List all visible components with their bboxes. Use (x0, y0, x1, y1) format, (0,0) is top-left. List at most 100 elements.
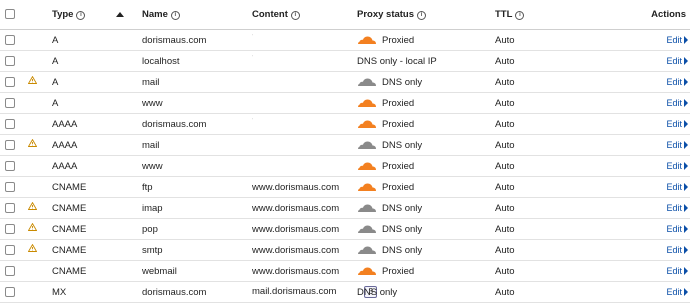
caret-right-icon[interactable] (684, 203, 688, 212)
table-row[interactable]: CNAME pop www.dorismaus.com DNS only Auto Edi… (0, 218, 690, 240)
row-checkbox[interactable] (5, 76, 15, 87)
name-column-header[interactable]: Name i (142, 0, 252, 30)
row-select-cell (0, 29, 22, 51)
row-checkbox[interactable] (5, 118, 15, 129)
edit-button[interactable]: Edit (666, 56, 682, 66)
caret-right-icon[interactable] (684, 287, 688, 296)
edit-button[interactable]: Edit (666, 203, 682, 213)
info-icon[interactable]: i (417, 11, 427, 20)
record-name-cell: www (142, 155, 252, 177)
table-row[interactable]: CNAME ftp www.dorismaus.com Proxied Auto Edit (0, 176, 690, 198)
info-icon[interactable]: i (170, 11, 180, 20)
row-checkbox[interactable] (5, 286, 15, 297)
row-checkbox[interactable] (5, 223, 15, 234)
gray-cloud-icon[interactable] (357, 140, 377, 150)
table-row[interactable]: Adorismaus.com ˙ Proxied Auto Edit (0, 29, 690, 51)
ttl-value: Auto (495, 97, 515, 109)
orange-cloud-icon[interactable] (357, 98, 377, 108)
warning-triangle-icon[interactable] (27, 202, 38, 213)
caret-right-icon[interactable] (684, 224, 688, 233)
warning-triangle-icon[interactable] (27, 244, 38, 255)
table-row[interactable]: Amail DNS only Auto Edit (0, 71, 690, 93)
record-type: A (52, 97, 59, 109)
row-checkbox[interactable] (5, 34, 15, 45)
table-row[interactable]: AAAA www Proxied Auto Edit (0, 155, 690, 177)
table-row[interactable]: CNAME imap www.dorismaus.com DNS only Auto Ed… (0, 197, 690, 219)
table-row[interactable]: AAAA mail DNS only Auto Edit (0, 134, 690, 156)
orange-cloud-icon[interactable] (357, 35, 377, 45)
info-icon[interactable]: i (290, 11, 300, 20)
row-checkbox[interactable] (5, 244, 15, 255)
warning-cell (22, 176, 52, 198)
row-checkbox[interactable] (5, 160, 15, 171)
record-name-cell: www (142, 92, 252, 114)
record-type-cell: CNAME (52, 197, 142, 219)
record-name: pop (142, 223, 158, 235)
warning-triangle-icon[interactable] (27, 139, 38, 150)
edit-button[interactable]: Edit (666, 140, 682, 150)
record-name-cell: smtp (142, 239, 252, 261)
gray-cloud-icon[interactable] (357, 203, 377, 213)
gray-cloud-icon[interactable] (357, 77, 377, 87)
caret-right-icon[interactable] (684, 266, 688, 275)
caret-right-icon[interactable] (684, 161, 688, 170)
ttl-column-header[interactable]: TTL i (495, 0, 605, 30)
record-type-cell: CNAME (52, 239, 142, 261)
row-checkbox[interactable] (5, 202, 15, 213)
caret-right-icon[interactable] (684, 77, 688, 86)
row-checkbox[interactable] (5, 55, 15, 66)
select-all-checkbox[interactable] (5, 9, 15, 20)
warning-triangle-icon[interactable] (27, 76, 38, 87)
row-checkbox[interactable] (5, 181, 15, 192)
edit-button[interactable]: Edit (666, 287, 682, 297)
table-row[interactable]: Alocalhost ˙ DNS only - local IP Auto Edit (0, 50, 690, 72)
row-checkbox[interactable] (5, 139, 15, 150)
table-row[interactable]: CNAME smtp www.dorismaus.com DNS only Auto Ed… (0, 239, 690, 261)
actions-cell: Edit (605, 155, 690, 177)
proxy-status-cell: Proxied (357, 113, 495, 135)
table-row[interactable]: CNAME webmail www.dorismaus.com Proxied Auto… (0, 260, 690, 282)
record-name-cell: localhost (142, 50, 252, 72)
edit-button[interactable]: Edit (666, 266, 682, 276)
edit-button[interactable]: Edit (666, 182, 682, 192)
actions-cell: Edit (605, 113, 690, 135)
edit-button[interactable]: Edit (666, 245, 682, 255)
edit-button[interactable]: Edit (666, 119, 682, 129)
type-column-header[interactable]: Type i (52, 0, 142, 30)
caret-right-icon[interactable] (684, 98, 688, 107)
warning-triangle-icon[interactable] (27, 223, 38, 234)
caret-right-icon[interactable] (684, 119, 688, 128)
caret-right-icon[interactable] (684, 56, 688, 65)
info-icon[interactable]: i (76, 11, 86, 20)
gray-cloud-icon[interactable] (357, 224, 377, 234)
edit-button[interactable]: Edit (666, 77, 682, 87)
table-row[interactable]: AAAA dorismaus.com ˙ Proxied Auto Edit (0, 113, 690, 135)
gray-cloud-icon[interactable] (357, 245, 377, 255)
actions-cell: Edit (605, 239, 690, 261)
actions-cell: Edit (605, 92, 690, 114)
caret-right-icon[interactable] (684, 35, 688, 44)
row-checkbox[interactable] (5, 265, 15, 276)
orange-cloud-icon[interactable] (357, 182, 377, 192)
info-icon[interactable]: i (515, 11, 525, 20)
orange-cloud-icon[interactable] (357, 161, 377, 171)
caret-right-icon[interactable] (684, 140, 688, 149)
edit-button[interactable]: Edit (666, 224, 682, 234)
orange-cloud-icon[interactable] (357, 119, 377, 129)
proxy-status-column-header[interactable]: Proxy status i (357, 0, 495, 30)
orange-cloud-icon[interactable] (357, 266, 377, 276)
content-column-header[interactable]: Content i (252, 0, 357, 30)
row-select-cell (0, 71, 22, 93)
edit-button[interactable]: Edit (666, 35, 682, 45)
row-checkbox[interactable] (5, 97, 15, 108)
edit-button[interactable]: Edit (666, 98, 682, 108)
edit-button[interactable]: Edit (666, 161, 682, 171)
actions-cell: Edit (605, 71, 690, 93)
sort-ascending-icon[interactable] (116, 11, 125, 17)
caret-right-icon[interactable] (684, 245, 688, 254)
table-row[interactable]: Awww Proxied Auto Edit (0, 92, 690, 114)
record-type: MX (52, 286, 67, 298)
caret-right-icon[interactable] (684, 182, 688, 191)
table-row[interactable]: MX dorismaus.com mail.dorismaus.com 3 DNS on… (0, 281, 690, 303)
record-name-cell: dorismaus.com (142, 113, 252, 135)
